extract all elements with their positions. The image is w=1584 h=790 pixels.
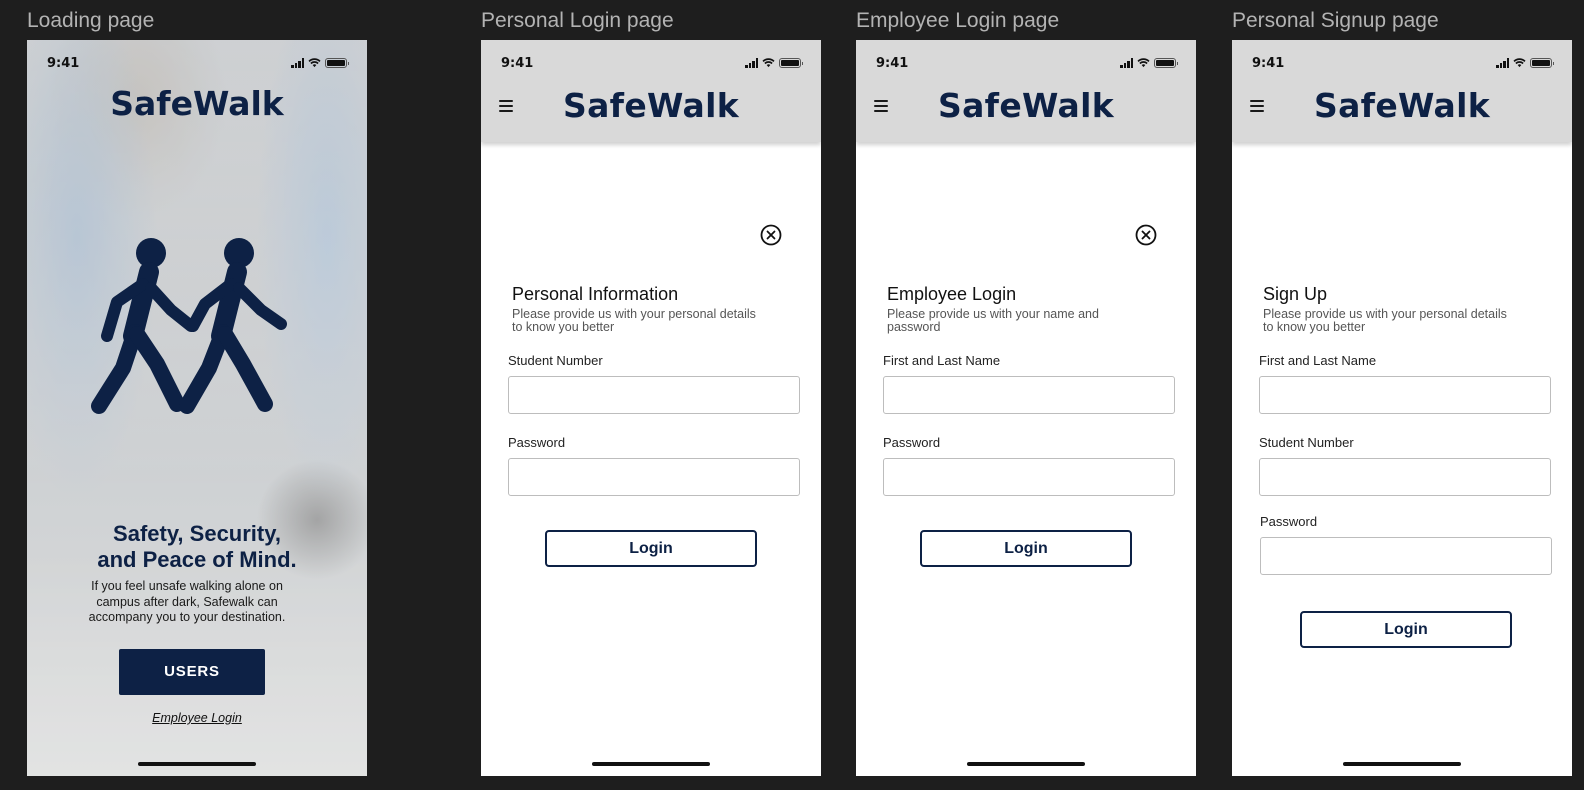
close-icon[interactable] (1135, 224, 1157, 246)
status-bar: 9:41 (27, 40, 367, 86)
employee-login-link[interactable]: Employee Login (27, 711, 367, 725)
status-bar: 9:41 (1232, 40, 1572, 86)
walking-people-icon (91, 238, 287, 414)
name-input[interactable] (1259, 376, 1551, 414)
personal-signup-screen: SafeWalk 9:41 Sign Up Please provide us … (1232, 40, 1572, 776)
login-button[interactable]: Login (1300, 611, 1512, 648)
form-title: Sign Up (1263, 284, 1328, 304)
tagline-line-1: Safety, Security, (113, 521, 281, 546)
home-indicator (592, 762, 710, 766)
login-button[interactable]: Login (920, 530, 1132, 567)
form-title: Employee Login (887, 284, 1017, 304)
signal-icon (745, 58, 758, 68)
signal-icon (1496, 58, 1509, 68)
users-button[interactable]: USERS (119, 649, 265, 695)
battery-icon (779, 58, 803, 68)
tagline-line-2: and Peace of Mind. (97, 547, 297, 572)
student-number-input[interactable] (1259, 458, 1551, 496)
home-indicator (138, 762, 256, 766)
wifi-icon (762, 58, 775, 68)
name-input[interactable] (883, 376, 1175, 414)
app-logo-text: SafeWalk (110, 84, 284, 123)
battery-icon (325, 58, 349, 68)
login-button[interactable]: Login (545, 530, 757, 567)
status-bar: 9:41 (481, 40, 821, 86)
wifi-icon (1513, 58, 1526, 68)
name-label: First and Last Name (1259, 353, 1377, 368)
status-time: 9:41 (1252, 56, 1285, 71)
frame-label-loading: Loading page (27, 9, 155, 32)
form-subtitle: Please provide us with your name and pas… (887, 307, 1099, 334)
app-logo-text: SafeWalk (563, 86, 739, 125)
home-indicator (967, 762, 1085, 766)
wifi-icon (308, 58, 321, 68)
frame-label-personal-login: Personal Login page (481, 9, 674, 32)
form-title: Personal Information (512, 284, 679, 304)
password-label: Password (508, 435, 566, 450)
password-label: Password (883, 435, 941, 450)
app-logo-text: SafeWalk (1314, 86, 1490, 125)
app-logo-text: SafeWalk (938, 86, 1114, 125)
employee-login-screen: SafeWalk 9:41 Employee Login Please prov… (856, 40, 1196, 776)
home-indicator (1343, 762, 1461, 766)
status-time: 9:41 (501, 56, 534, 71)
signal-icon (291, 58, 304, 68)
student-number-input[interactable] (508, 376, 800, 414)
frame-label-personal-signup: Personal Signup page (1232, 9, 1439, 32)
signal-icon (1120, 58, 1133, 68)
password-input[interactable] (1260, 537, 1552, 575)
student-number-label: Student Number (508, 353, 603, 368)
password-label: Password (1260, 514, 1318, 529)
status-time: 9:41 (47, 56, 80, 71)
status-time: 9:41 (876, 56, 909, 71)
close-icon[interactable] (760, 224, 782, 246)
password-input[interactable] (508, 458, 800, 496)
intro-description: If you feel unsafe walking alone on camp… (88, 579, 286, 624)
student-number-label: Student Number (1259, 435, 1354, 450)
form-subtitle: Please provide us with your personal det… (1263, 307, 1507, 334)
form-subtitle: Please provide us with your personal det… (512, 307, 756, 334)
battery-icon (1530, 58, 1554, 68)
frame-label-employee-login: Employee Login page (856, 9, 1060, 32)
status-bar: 9:41 (856, 40, 1196, 86)
battery-icon (1154, 58, 1178, 68)
password-input[interactable] (883, 458, 1175, 496)
personal-login-screen: SafeWalk 9:41 Personal Information Pleas… (481, 40, 821, 776)
wifi-icon (1137, 58, 1150, 68)
tagline: Safety, Security, and Peace of Mind. (27, 521, 367, 573)
loading-screen: 9:41 SafeWalk Safety, Security, and Peac… (27, 40, 367, 776)
name-label: First and Last Name (883, 353, 1001, 368)
